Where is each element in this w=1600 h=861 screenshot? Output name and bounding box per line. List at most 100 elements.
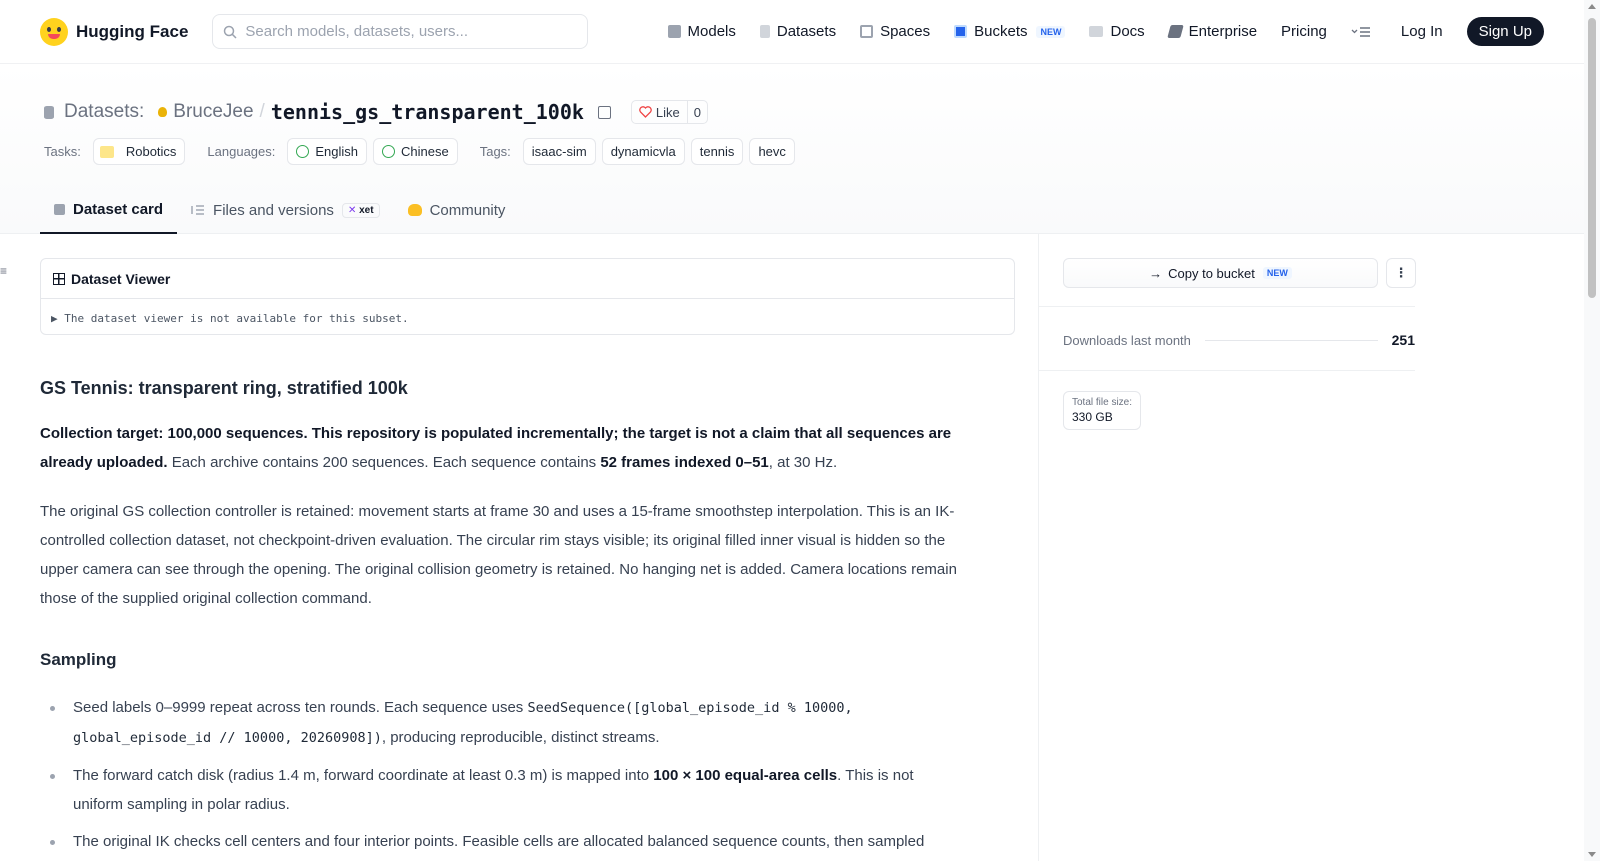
- tags-group-label: Tags:: [479, 144, 511, 159]
- enterprise-icon: [1166, 25, 1184, 38]
- viewer-details[interactable]: ▶ The dataset viewer is not available fo…: [41, 299, 1014, 338]
- repo-header: Datasets: BruceJee / tennis_gs_transpare…: [0, 64, 1584, 234]
- tab-label: Files and versions: [213, 201, 334, 219]
- globe-icon: [296, 145, 310, 158]
- list-item: The original IK checks cell centers and …: [40, 827, 960, 856]
- heart-icon: [639, 106, 652, 118]
- signup-button[interactable]: Sign Up: [1466, 17, 1544, 46]
- right-sidebar: → Copy to bucket NEW ⋮ Downloads last mo…: [1038, 234, 1584, 861]
- tag-isaac-sim[interactable]: isaac-sim: [522, 138, 596, 165]
- viewer-header: Dataset Viewer: [41, 259, 1014, 299]
- brand-logo[interactable]: Hugging Face: [40, 17, 188, 46]
- arrow-right-icon: →: [1149, 265, 1163, 281]
- database-icon: [44, 105, 54, 119]
- book-icon: [1089, 26, 1104, 37]
- card-title: GS Tennis: transparent ring, stratified …: [40, 378, 408, 398]
- copy-to-bucket-button[interactable]: → Copy to bucket NEW: [1063, 258, 1378, 288]
- downloads-sparkline: [1204, 339, 1378, 341]
- bucket-label: Copy to bucket: [1168, 265, 1255, 281]
- search-icon: [224, 25, 237, 39]
- xet-label: xet: [359, 204, 374, 216]
- menu-icon: [1351, 26, 1370, 37]
- tag-hevc[interactable]: hevc: [749, 138, 795, 165]
- community-icon: [407, 204, 422, 216]
- divider: [1039, 370, 1415, 371]
- tab-dataset-card[interactable]: Dataset card: [40, 186, 178, 234]
- nav-spaces[interactable]: Spaces: [860, 23, 930, 40]
- grid-icon: [860, 25, 874, 38]
- downloads-label: Downloads last month: [1063, 332, 1191, 348]
- new-badge: NEW: [1036, 25, 1066, 38]
- tab-files-and-versions[interactable]: Files and versions ✕ xet: [177, 186, 394, 234]
- like-label: Like: [655, 104, 680, 120]
- b1-end: , producing reproducible, distinct strea…: [381, 729, 660, 746]
- tag-label: Chinese: [401, 144, 449, 159]
- section-label[interactable]: Datasets:: [64, 101, 144, 123]
- tag-dynamicvla[interactable]: dynamicvla: [601, 138, 685, 165]
- downloads-value: 251: [1391, 332, 1415, 348]
- p1-end: , at 30 Hz.: [768, 454, 838, 471]
- tab-label: Community: [429, 201, 506, 219]
- copy-icon[interactable]: [597, 105, 611, 119]
- viewer-message: The dataset viewer is not available for …: [64, 312, 409, 325]
- search-box[interactable]: [212, 14, 589, 49]
- like-count[interactable]: 0: [688, 105, 707, 120]
- sampling-heading: Sampling: [40, 650, 117, 669]
- kebab-menu-icon: ⋮: [1394, 265, 1408, 280]
- more-menu-button[interactable]: [1351, 26, 1371, 38]
- tag-chinese[interactable]: Chinese: [373, 138, 458, 165]
- list-item: Seed labels 0–9999 repeat across ten rou…: [40, 693, 960, 753]
- nav-buckets[interactable]: Buckets NEW: [954, 23, 1066, 40]
- tag-english[interactable]: English: [287, 138, 368, 165]
- tab-community[interactable]: Community: [394, 186, 520, 234]
- nav-buckets-label: Buckets: [974, 23, 1028, 40]
- nav-models[interactable]: Models: [667, 23, 736, 40]
- top-navbar: Hugging Face Models Datasets Spaces Buck…: [0, 0, 1584, 64]
- cells-info: 100 × 100 equal-area cells: [653, 767, 838, 784]
- scroll-up-icon[interactable]: [1588, 4, 1596, 9]
- scroll-down-icon[interactable]: [1588, 852, 1596, 857]
- tags-row: Tasks: Robotics Languages: English Chine…: [44, 138, 795, 165]
- sampling-list: Seed labels 0–9999 repeat across ten rou…: [40, 693, 960, 856]
- nav-pricing[interactable]: Pricing: [1281, 23, 1327, 40]
- main-content: Dataset Viewer ▶ The dataset viewer is n…: [40, 258, 1015, 861]
- scroll-thumb[interactable]: [1588, 18, 1596, 298]
- login-link[interactable]: Log In: [1401, 23, 1443, 40]
- nav-enterprise[interactable]: Enterprise: [1166, 23, 1258, 40]
- b3-text: The original IK checks cell centers and …: [73, 833, 925, 850]
- file-size-value: 330 GB: [1072, 410, 1113, 424]
- path-separator: /: [259, 101, 265, 122]
- tag-robotics[interactable]: Robotics: [92, 138, 186, 165]
- repo-tabs: Dataset card Files and versions ✕ xet Co…: [40, 186, 519, 234]
- nav-pricing-label: Pricing: [1281, 23, 1327, 40]
- nav-datasets[interactable]: Datasets: [759, 23, 837, 40]
- b2-text: The forward catch disk (radius 1.4 m, fo…: [73, 767, 654, 784]
- nav-docs[interactable]: Docs: [1089, 23, 1145, 40]
- disclosure-triangle-icon: ▶: [51, 312, 58, 325]
- like-widget: Like 0: [630, 100, 708, 124]
- robotics-icon: [99, 145, 114, 158]
- toc-toggle-icon[interactable]: ≡: [0, 264, 7, 278]
- xet-icon: ✕: [347, 204, 357, 216]
- viewer-title: Dataset Viewer: [71, 270, 171, 287]
- bucket-icon: [954, 25, 968, 38]
- repo-name[interactable]: tennis_gs_transparent_100k: [271, 100, 584, 124]
- like-button[interactable]: Like: [632, 101, 688, 123]
- nav-enterprise-label: Enterprise: [1188, 23, 1258, 40]
- downloads-stat: Downloads last month 251: [1063, 332, 1415, 348]
- owner-link[interactable]: BruceJee: [158, 101, 254, 123]
- nav-datasets-label: Datasets: [776, 23, 837, 40]
- tag-label: English: [315, 144, 359, 159]
- file-size-box: Total file size: 330 GB: [1063, 391, 1142, 430]
- tag-tennis[interactable]: tennis: [690, 138, 744, 165]
- owner-avatar-icon: [158, 107, 168, 117]
- card-paragraph-1: Collection target: 100,000 sequences. Th…: [40, 419, 960, 477]
- card-paragraph-2: The original GS collection controller is…: [40, 503, 957, 607]
- more-options-button[interactable]: ⋮: [1386, 258, 1416, 288]
- b1-text: Seed labels 0–9999 repeat across ten rou…: [73, 699, 528, 716]
- search-input[interactable]: [245, 23, 578, 40]
- page-scrollbar[interactable]: [1584, 0, 1600, 861]
- nav-links: Models Datasets Spaces Buckets NEW Docs …: [667, 17, 1544, 46]
- new-badge: NEW: [1262, 267, 1292, 279]
- frames-info: 52 frames indexed 0–51: [600, 454, 769, 471]
